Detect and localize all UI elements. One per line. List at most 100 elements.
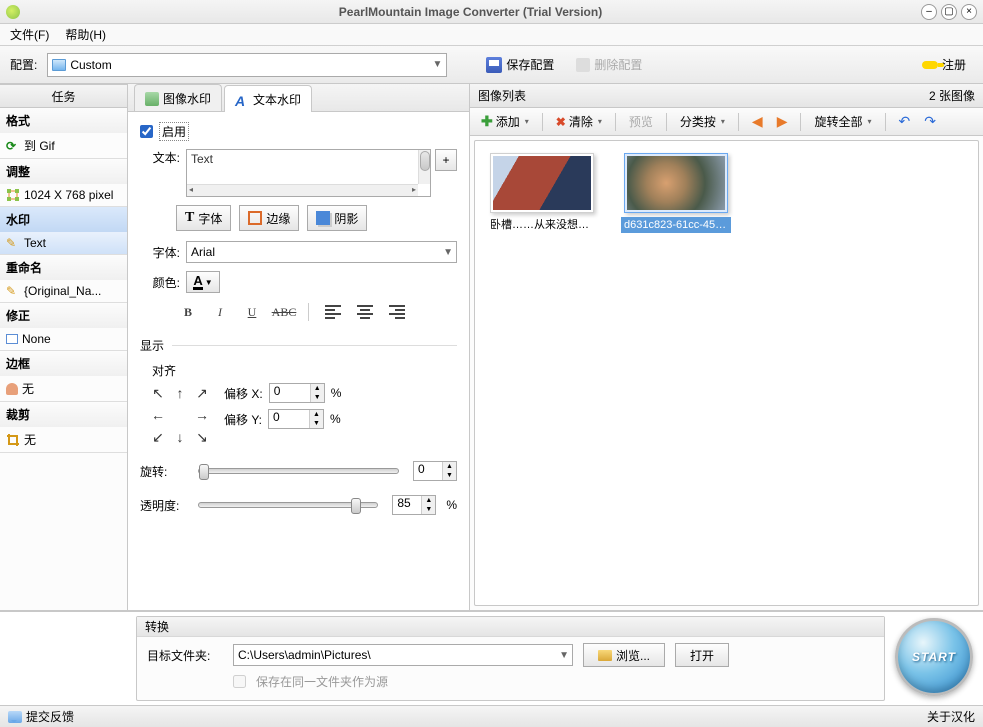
statusbar: 提交反馈 关于汉化 bbox=[0, 705, 983, 727]
align-bottom-right[interactable]: ↘ bbox=[192, 427, 212, 447]
next-image-button[interactable]: ▶ bbox=[772, 111, 793, 133]
thumbnail-caption: 卧槽……从来没想过... bbox=[487, 217, 597, 233]
align-left[interactable]: ← bbox=[148, 405, 168, 425]
minimize-button[interactable]: – bbox=[921, 4, 937, 20]
align-right-button[interactable] bbox=[385, 301, 409, 323]
align-right[interactable]: → bbox=[192, 405, 212, 425]
text-icon: A bbox=[235, 93, 249, 107]
window-title: PearlMountain Image Converter (Trial Ver… bbox=[20, 5, 921, 19]
preview-label: 预览 bbox=[629, 113, 653, 130]
sidebar-item-resize[interactable]: 调整 1024 X 768 pixel bbox=[0, 159, 127, 207]
font-button[interactable]: T字体 bbox=[176, 205, 231, 231]
tab-image-watermark[interactable]: 图像水印 bbox=[134, 84, 222, 111]
clear-button[interactable]: ✖清除▾ bbox=[551, 111, 607, 133]
section-value: 到 Gif bbox=[24, 137, 55, 154]
arrow-left-icon: ◀ bbox=[752, 113, 763, 130]
start-button[interactable]: START bbox=[895, 618, 973, 696]
config-combo[interactable]: Custom ▼ bbox=[47, 53, 447, 77]
text-label: 文本: bbox=[140, 149, 180, 166]
font-color-button[interactable]: A▼ bbox=[186, 271, 220, 293]
border-button-label: 边缘 bbox=[266, 210, 290, 227]
section-title: 边框 bbox=[0, 351, 127, 376]
add-text-button[interactable]: + bbox=[435, 149, 457, 171]
thumbnail-area: 卧槽……从来没想过... d631c823-61cc-45cf-... bbox=[474, 140, 979, 606]
border-button[interactable]: 边缘 bbox=[239, 205, 299, 231]
italic-button[interactable]: I bbox=[208, 301, 232, 323]
enable-checkbox[interactable] bbox=[140, 125, 153, 138]
config-toolbar: 配置: Custom ▼ 保存配置 删除配置 注册 bbox=[0, 46, 983, 84]
watermark-text-input[interactable]: Text bbox=[186, 149, 431, 197]
section-title: 调整 bbox=[0, 159, 127, 184]
rotate-all-button[interactable]: 旋转全部▾ bbox=[809, 111, 876, 133]
browse-button[interactable]: 浏览... bbox=[583, 643, 665, 667]
color-a-icon: A bbox=[193, 275, 202, 290]
scrollbar-vertical[interactable] bbox=[418, 150, 430, 184]
about-link[interactable]: 关于汉化 bbox=[927, 708, 975, 725]
sidebar-item-rename[interactable]: 重命名 ✎{Original_Na... bbox=[0, 255, 127, 303]
dest-folder-combo[interactable]: C:\Users\admin\Pictures\ ▼ bbox=[233, 644, 573, 666]
sidebar-item-format[interactable]: 格式 ⟳到 Gif bbox=[0, 108, 127, 159]
register-button[interactable]: 注册 bbox=[915, 53, 973, 77]
delete-config-button: 删除配置 bbox=[569, 53, 649, 77]
thumbnail-item[interactable]: 卧槽……从来没想过... bbox=[487, 153, 597, 593]
offset-x-input[interactable]: 0▲▼ bbox=[269, 383, 325, 403]
underline-button[interactable]: U bbox=[240, 301, 264, 323]
text-watermark-body: 启用 文本: Text + T字体 边缘 阴影 字体: bbox=[128, 112, 469, 610]
sidebar-item-border[interactable]: 边框 无 bbox=[0, 351, 127, 402]
text-format-row: B I U ABC bbox=[176, 301, 457, 323]
sort-by-button[interactable]: 分类按▾ bbox=[675, 111, 730, 133]
save-config-button[interactable]: 保存配置 bbox=[479, 53, 561, 77]
feedback-link[interactable]: 提交反馈 bbox=[26, 708, 74, 725]
section-title: 裁剪 bbox=[0, 402, 127, 427]
undo-button[interactable]: ↶ bbox=[894, 111, 916, 133]
align-bottom-left[interactable]: ↙ bbox=[148, 427, 168, 447]
dest-folder-value: C:\Users\admin\Pictures\ bbox=[238, 648, 371, 662]
image-list-title: 图像列表 bbox=[478, 87, 526, 104]
maximize-button[interactable]: ▢ bbox=[941, 4, 957, 20]
tab-text-watermark[interactable]: A 文本水印 bbox=[224, 85, 312, 112]
thumbnail-frame bbox=[624, 153, 728, 213]
crop-icon bbox=[6, 433, 20, 447]
color-label: 颜色: bbox=[140, 274, 180, 291]
start-label: START bbox=[912, 650, 956, 664]
font-family-combo[interactable]: Arial ▼ bbox=[186, 241, 457, 263]
menu-help[interactable]: 帮助(H) bbox=[61, 24, 110, 45]
shadow-button-label: 阴影 bbox=[334, 210, 358, 227]
alignment-grid: ↖ ↑ ↗ ← → ↙ ↓ ↘ bbox=[148, 383, 212, 447]
app-logo-icon bbox=[6, 5, 20, 19]
align-center[interactable] bbox=[170, 405, 190, 425]
prev-image-button[interactable]: ◀ bbox=[747, 111, 768, 133]
redo-button[interactable]: ↷ bbox=[919, 111, 941, 133]
align-center-button[interactable] bbox=[353, 301, 377, 323]
shadow-button[interactable]: 阴影 bbox=[307, 205, 367, 231]
percent-label: % bbox=[446, 498, 457, 512]
add-button[interactable]: ✚添加▾ bbox=[476, 111, 534, 133]
menu-file[interactable]: 文件(F) bbox=[6, 24, 53, 45]
close-button[interactable]: × bbox=[961, 4, 977, 20]
sidebar-item-adjust[interactable]: 修正 None bbox=[0, 303, 127, 351]
rotate-slider[interactable] bbox=[198, 468, 399, 474]
thumbnail-image bbox=[627, 156, 725, 210]
scrollbar-horizontal[interactable] bbox=[187, 184, 418, 196]
align-bottom[interactable]: ↓ bbox=[170, 427, 190, 447]
opacity-input[interactable]: 85▲▼ bbox=[392, 495, 436, 515]
align-top-right[interactable]: ↗ bbox=[192, 383, 212, 403]
rotate-input[interactable]: 0▲▼ bbox=[413, 461, 457, 481]
offset-y-input[interactable]: 0▲▼ bbox=[268, 409, 324, 429]
clear-label: 清除 bbox=[569, 113, 593, 130]
bold-button[interactable]: B bbox=[176, 301, 200, 323]
image-icon bbox=[145, 92, 159, 106]
plus-icon: ✚ bbox=[481, 113, 493, 130]
sidebar-item-watermark[interactable]: 水印 ✎Text bbox=[0, 207, 127, 255]
align-top-left[interactable]: ↖ bbox=[148, 383, 168, 403]
align-top[interactable]: ↑ bbox=[170, 383, 190, 403]
align-left-button[interactable] bbox=[321, 301, 345, 323]
sidebar-item-crop[interactable]: 裁剪 无 bbox=[0, 402, 127, 453]
opacity-slider[interactable] bbox=[198, 502, 378, 508]
strikethrough-button[interactable]: ABC bbox=[272, 301, 296, 323]
thumbnail-item[interactable]: d631c823-61cc-45cf-... bbox=[621, 153, 731, 593]
resize-icon bbox=[6, 188, 20, 202]
opacity-label: 透明度: bbox=[140, 497, 184, 514]
folder-icon bbox=[598, 650, 612, 661]
open-button[interactable]: 打开 bbox=[675, 643, 729, 667]
